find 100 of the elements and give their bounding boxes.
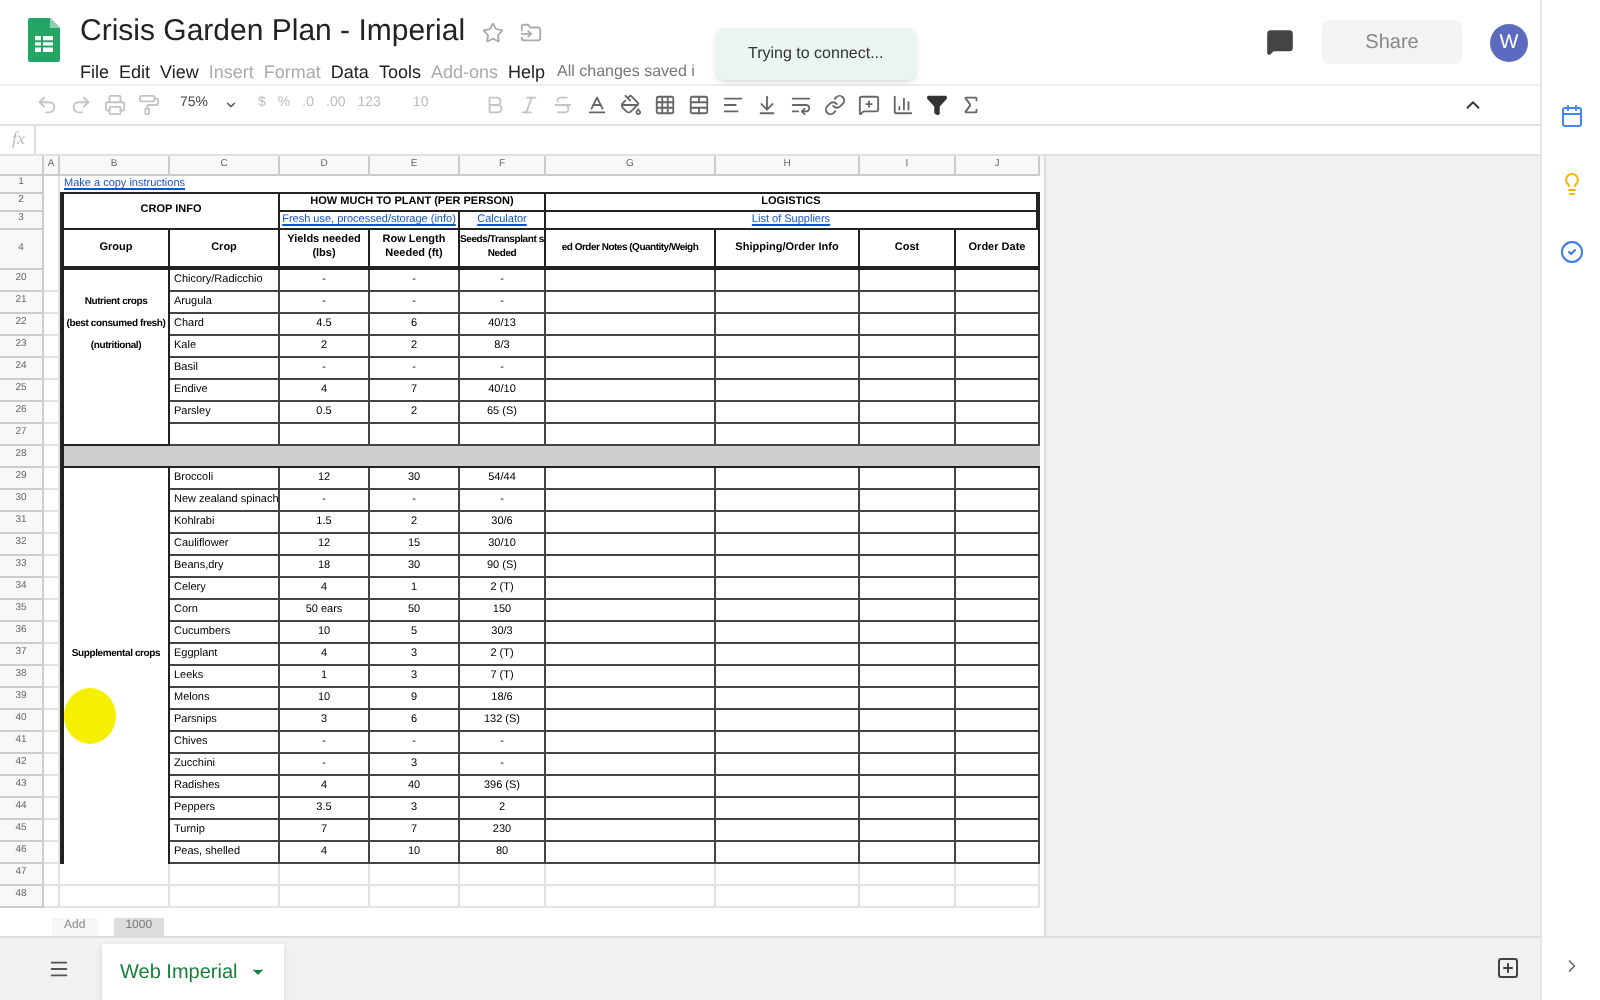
table-cell [60,754,170,776]
table-cell [956,798,1040,820]
fill-color-icon[interactable] [620,94,643,116]
table-cell [956,534,1040,556]
grid-cell [460,864,546,886]
merge-icon[interactable] [688,94,711,116]
menu-item[interactable]: File [80,59,110,86]
grid-cell [716,864,860,886]
vertical-align-icon[interactable] [756,94,779,116]
menu-item[interactable]: Edit [119,59,151,86]
table-cell [860,578,956,600]
sigma-icon[interactable] [960,94,983,116]
borders-icon[interactable] [654,94,677,116]
table-cell [956,820,1040,842]
table-cell [956,490,1040,512]
table-cell [956,358,1040,380]
table-cell [716,754,860,776]
table-cell [860,644,956,666]
table-cell [956,402,1040,424]
table-cell [860,512,956,534]
caret-icon[interactable] [224,98,239,112]
avatar[interactable]: W [1490,23,1528,61]
table-cell [716,776,860,798]
table-cell [716,600,860,622]
table-cell [860,270,956,292]
sheets-list-icon[interactable] [48,958,70,980]
table-cell [860,842,956,864]
table-cell [860,688,956,710]
table-cell [716,820,860,842]
table-cell [60,820,170,842]
chart-icon[interactable] [892,94,915,116]
table-cell [716,578,860,600]
grid-cell [460,886,546,908]
table-cell [956,600,1040,622]
table-cell [716,556,860,578]
connection-toast: Trying to connect... [716,28,916,80]
menu-item[interactable]: Help [507,59,545,86]
table-cell [60,600,170,622]
table-cell [60,776,170,798]
calendar-icon[interactable] [1559,104,1583,128]
table-cell [956,468,1040,490]
table-cell [60,512,170,534]
comment-icon[interactable] [1266,28,1294,56]
link-icon[interactable] [824,94,847,116]
table-cell [716,644,860,666]
table-cell [860,820,956,842]
table-cell [60,468,170,490]
table-cell [860,380,956,402]
cursor-highlight [64,688,116,744]
align-icon[interactable] [722,94,745,116]
filter-icon[interactable] [926,94,949,116]
table-cell [716,336,860,358]
table-cell [60,842,170,864]
table-cell [956,754,1040,776]
menu-item[interactable]: Data [330,59,369,86]
grid-cell [280,886,370,908]
grid-cell [860,886,956,908]
table-cell [956,732,1040,754]
table-cell [716,732,860,754]
sheets-logo-icon[interactable] [28,18,60,62]
table-cell [716,270,860,292]
star-icon[interactable] [481,21,504,44]
grid-cell [716,886,860,908]
table-cell [716,688,860,710]
table-cell [60,402,170,424]
table-cell [860,776,956,798]
grid-cell [370,864,460,886]
menu-item[interactable]: View [160,59,199,86]
table-cell [716,842,860,864]
table-cell [860,666,956,688]
caret-icon[interactable] [249,964,266,980]
table-cell [60,798,170,820]
table-cell [860,358,956,380]
table-cell [956,842,1040,864]
table-cell [956,292,1040,314]
menu-item[interactable]: Tools [378,59,421,86]
text-color-icon[interactable] [586,94,609,116]
table-cell [716,710,860,732]
table-cell [716,292,860,314]
table-cell [716,402,860,424]
table-cell [860,754,956,776]
table-cell [860,600,956,622]
grid-cell [170,886,280,908]
wrap-icon[interactable] [790,94,813,116]
table-cell [860,732,956,754]
sheet-tab[interactable]: Web Imperial [102,944,284,1000]
grid-cell [60,864,170,886]
table-cell [860,468,956,490]
document-title[interactable]: Crisis Garden Plan - Imperial [80,10,466,55]
grid-cell [280,864,370,886]
table-cell [60,556,170,578]
table-cell [956,644,1040,666]
table-cell [716,622,860,644]
table-cell [860,490,956,512]
table-cell [956,512,1040,534]
add-comment-icon[interactable] [858,94,881,116]
table-cell [60,380,170,402]
grid-cell [60,886,170,908]
grid-cell [370,886,460,908]
table-cell [860,314,956,336]
